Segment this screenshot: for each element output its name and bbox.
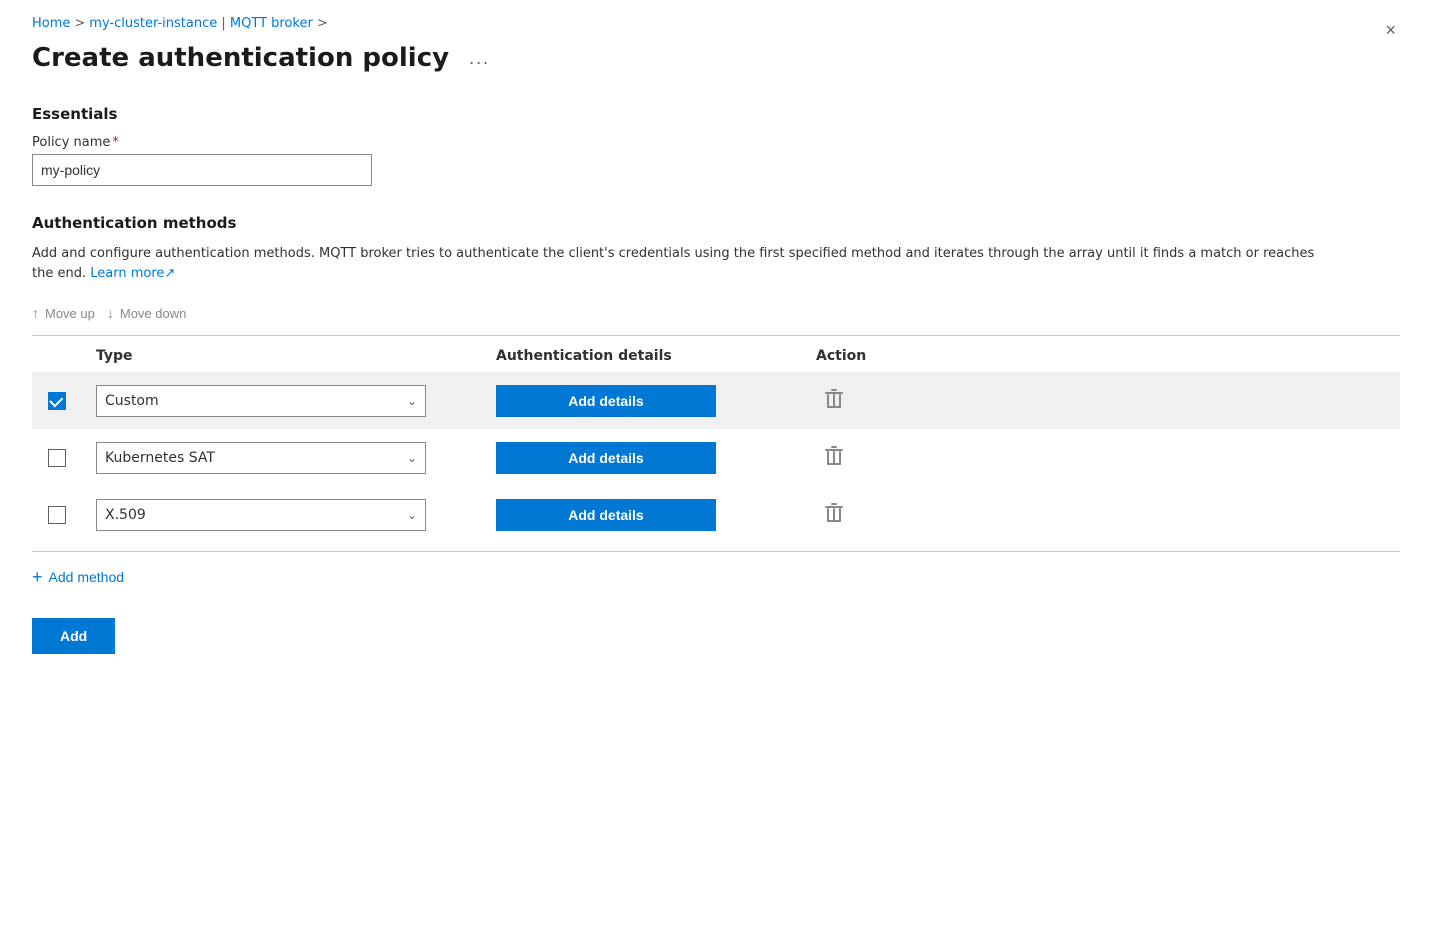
col-header-action: Action	[816, 348, 976, 364]
trash-icon	[824, 445, 844, 467]
row-2-type-dropdown[interactable]: Kubernetes SAT ⌄	[96, 442, 426, 474]
learn-more-link[interactable]: Learn more↗	[90, 266, 175, 281]
auth-methods-table: Type Authentication details Action Custo…	[32, 336, 1400, 543]
col-header-auth-details: Authentication details	[496, 348, 816, 364]
row-3-chevron-icon: ⌄	[407, 508, 417, 522]
row-1-checkbox[interactable]	[48, 392, 66, 410]
plus-icon: +	[32, 568, 43, 586]
bottom-bar: Add	[32, 618, 1400, 654]
auth-methods-description: Add and configure authentication methods…	[32, 244, 1332, 283]
breadcrumb-cluster[interactable]: my-cluster-instance | MQTT broker	[89, 16, 313, 31]
table-header: Type Authentication details Action	[32, 336, 1400, 372]
table-row: Kubernetes SAT ⌄ Add details	[32, 429, 1400, 486]
row-1-type-dropdown[interactable]: Custom ⌄	[96, 385, 426, 417]
trash-icon	[824, 502, 844, 524]
col-header-type: Type	[96, 348, 496, 364]
row-3-add-details-button[interactable]: Add details	[496, 499, 716, 531]
table-row: Custom ⌄ Add details	[32, 372, 1400, 429]
row-1-add-details-button[interactable]: Add details	[496, 385, 716, 417]
page-container: Home > my-cluster-instance | MQTT broker…	[0, 0, 1432, 686]
table-bottom-divider	[32, 551, 1400, 552]
required-indicator: *	[112, 135, 119, 150]
trash-icon	[824, 388, 844, 410]
close-button[interactable]: ×	[1381, 16, 1400, 45]
col-header-checkbox	[48, 348, 96, 364]
policy-name-label: Policy name*	[32, 135, 1400, 150]
move-down-icon: ↓	[107, 305, 114, 321]
auth-methods-section: Authentication methods Add and configure…	[32, 214, 1400, 654]
row-3-checkbox[interactable]	[48, 506, 66, 524]
move-up-icon: ↑	[32, 305, 39, 321]
page-header: Create authentication policy ...	[32, 43, 1400, 73]
breadcrumb-home[interactable]: Home	[32, 16, 70, 31]
breadcrumb: Home > my-cluster-instance | MQTT broker…	[32, 16, 1400, 31]
row-1-chevron-icon: ⌄	[407, 394, 417, 408]
row-2-checkbox[interactable]	[48, 449, 66, 467]
add-button[interactable]: Add	[32, 618, 115, 654]
page-title: Create authentication policy	[32, 43, 449, 73]
row-1-delete-button[interactable]	[816, 384, 852, 417]
breadcrumb-sep1: >	[74, 16, 85, 31]
ellipsis-button[interactable]: ...	[461, 44, 498, 73]
row-3-delete-button[interactable]	[816, 498, 852, 531]
row-2-add-details-button[interactable]: Add details	[496, 442, 716, 474]
toolbar: ↑ Move up ↓ Move down	[32, 299, 1400, 335]
row-2-delete-button[interactable]	[816, 441, 852, 474]
add-method-button[interactable]: + Add method	[32, 560, 124, 594]
table-row: X.509 ⌄ Add details	[32, 486, 1400, 543]
move-up-button[interactable]: ↑ Move up	[32, 299, 107, 327]
move-down-button[interactable]: ↓ Move down	[107, 299, 198, 327]
auth-methods-title: Authentication methods	[32, 214, 1400, 232]
policy-name-input[interactable]	[32, 154, 372, 186]
essentials-title: Essentials	[32, 105, 1400, 123]
row-2-chevron-icon: ⌄	[407, 451, 417, 465]
essentials-section: Essentials Policy name*	[32, 105, 1400, 186]
row-3-type-dropdown[interactable]: X.509 ⌄	[96, 499, 426, 531]
breadcrumb-sep2: >	[317, 16, 328, 31]
